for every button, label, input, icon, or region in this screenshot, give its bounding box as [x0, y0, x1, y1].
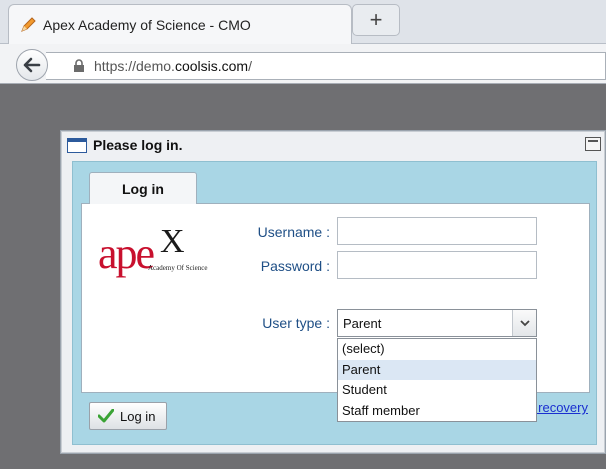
password-label: Password :	[260, 258, 330, 274]
url-suffix: /	[248, 58, 252, 74]
browser-navbar: https://demo. coolsis.com /	[0, 44, 606, 84]
pencil-favicon-icon	[17, 14, 39, 36]
username-label: Username :	[257, 224, 330, 240]
password-input[interactable]	[337, 251, 537, 279]
login-form-panel: ape X Academy Of Science Username : Pass…	[81, 203, 590, 422]
back-arrow-icon	[23, 57, 41, 73]
tab-login[interactable]: Log in	[89, 172, 197, 204]
tab-title: Apex Academy of Science - CMO	[43, 16, 251, 33]
lock-icon	[74, 59, 84, 72]
dropdown-option-select[interactable]: (select)	[338, 339, 536, 360]
dialog-titlebar: Please log in.	[61, 131, 605, 159]
url-prefix: https://demo.	[94, 58, 175, 74]
usertype-dropdown-list: (select) Parent Student Staff member	[337, 338, 537, 422]
chevron-down-icon[interactable]	[512, 310, 536, 336]
login-button[interactable]: Log in	[89, 402, 167, 430]
dialog-body: Log in ape X Academy Of Science Username…	[72, 161, 597, 445]
window-icon	[67, 137, 87, 153]
url-host: coolsis.com	[174, 58, 249, 74]
apex-logo: ape X Academy Of Science	[98, 223, 207, 286]
back-button[interactable]	[16, 49, 48, 81]
url-bar[interactable]: https://demo. coolsis.com /	[46, 52, 606, 80]
logo-text: ape	[98, 229, 155, 278]
username-input[interactable]	[337, 217, 537, 245]
checkmark-icon	[98, 409, 114, 423]
dialog-title: Please log in.	[93, 137, 183, 153]
maximize-button[interactable]	[585, 137, 601, 151]
usertype-select[interactable]: Parent	[337, 309, 537, 337]
dropdown-option-parent[interactable]: Parent	[338, 359, 536, 380]
browser-tabstrip: Apex Academy of Science - CMO +	[0, 0, 606, 44]
new-tab-button[interactable]: +	[352, 4, 400, 36]
login-button-label: Log in	[120, 408, 156, 424]
dropdown-option-staff-member[interactable]: Staff member	[338, 401, 536, 422]
login-dialog: Please log in. Log in ape X Academy Of S…	[60, 130, 606, 454]
usertype-selected-value: Parent	[343, 315, 382, 331]
dropdown-option-student[interactable]: Student	[338, 380, 536, 401]
logo-subtitle: Academy Of Science	[148, 264, 208, 272]
usertype-label: User type :	[262, 315, 330, 331]
browser-tab[interactable]: Apex Academy of Science - CMO	[8, 4, 352, 44]
logo-x-letter: X	[160, 223, 185, 260]
